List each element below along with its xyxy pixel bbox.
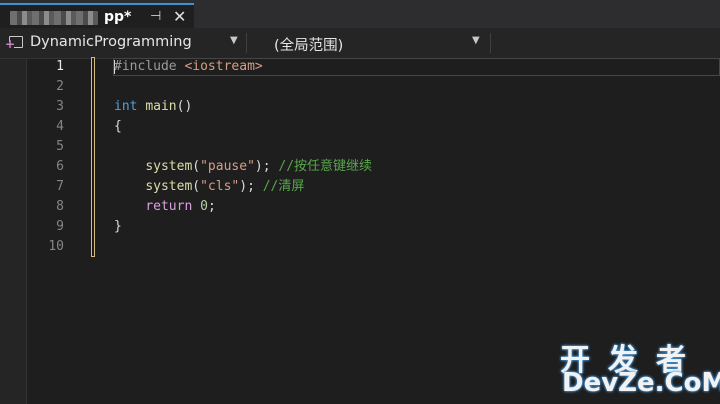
code-line-8[interactable]: return 0; (114, 198, 216, 216)
blurred-filename (10, 11, 98, 25)
navigation-bar: DynamicProgramming ▼ (全局范围) ▼ (0, 28, 720, 59)
keyword: return (145, 199, 193, 214)
watermark-site: DevZe.CoM (562, 368, 720, 398)
comment: //按任意键继续 (278, 159, 373, 174)
number-literal: 0 (200, 199, 208, 214)
line-number: 4 (56, 119, 64, 134)
punctuation: ); (254, 159, 271, 174)
line-number: 9 (56, 219, 64, 234)
code-line-9[interactable]: } (114, 218, 122, 236)
separator (490, 33, 491, 53)
string-literal: "cls" (200, 179, 240, 194)
preprocessor-directive: #include (114, 59, 177, 74)
punctuation: ( (192, 159, 201, 174)
code-line-4[interactable]: { (114, 118, 122, 136)
string-literal: "pause" (200, 159, 255, 174)
project-name: DynamicProgramming (30, 34, 192, 50)
function-name: main (145, 99, 177, 114)
code-line-3[interactable]: int main() (114, 98, 192, 116)
function-call: system (145, 179, 193, 194)
scope-label: (全局范围) (274, 38, 344, 54)
line-number: 2 (56, 79, 64, 94)
comment: //清屏 (262, 179, 305, 194)
indicator-margin[interactable] (0, 59, 26, 404)
punctuation: ); (239, 179, 255, 194)
separator (246, 33, 247, 53)
open-brace: { (114, 119, 122, 134)
scope-dropdown[interactable]: (全局范围) ▼ (248, 28, 488, 58)
keyword: int (114, 99, 138, 114)
line-number: 8 (56, 199, 64, 214)
line-number: 6 (56, 159, 64, 174)
chevron-down-icon: ▼ (472, 35, 480, 46)
chevron-down-icon: ▼ (230, 35, 238, 46)
line-number: 7 (56, 179, 64, 194)
close-brace: } (114, 219, 122, 234)
pin-icon[interactable]: ⊣ (150, 9, 161, 24)
line-number: 1 (56, 59, 64, 74)
punctuation: () (176, 99, 193, 114)
document-tab-strip: pp* ⊣ ✕ (0, 0, 720, 28)
member-dropdown[interactable] (492, 28, 720, 58)
document-tab[interactable]: pp* ⊣ ✕ (0, 3, 194, 28)
project-icon (5, 36, 23, 50)
tab-title: pp* (104, 9, 132, 25)
code-line-7[interactable]: system("cls"); //清屏 (114, 178, 304, 196)
code-line-1[interactable]: #include <iostream> (114, 58, 263, 76)
punctuation: ; (207, 199, 216, 214)
punctuation: ( (192, 179, 201, 194)
line-number: 5 (56, 139, 64, 154)
line-number: 10 (48, 239, 64, 254)
code-line-6[interactable]: system("pause"); //按任意键继续 (114, 158, 372, 176)
close-icon[interactable]: ✕ (173, 7, 186, 26)
function-call: system (145, 159, 193, 174)
include-header: <iostream> (184, 59, 263, 74)
change-tracking-bar (91, 57, 95, 257)
line-number: 3 (56, 99, 64, 114)
project-dropdown[interactable]: DynamicProgramming ▼ (0, 28, 244, 58)
